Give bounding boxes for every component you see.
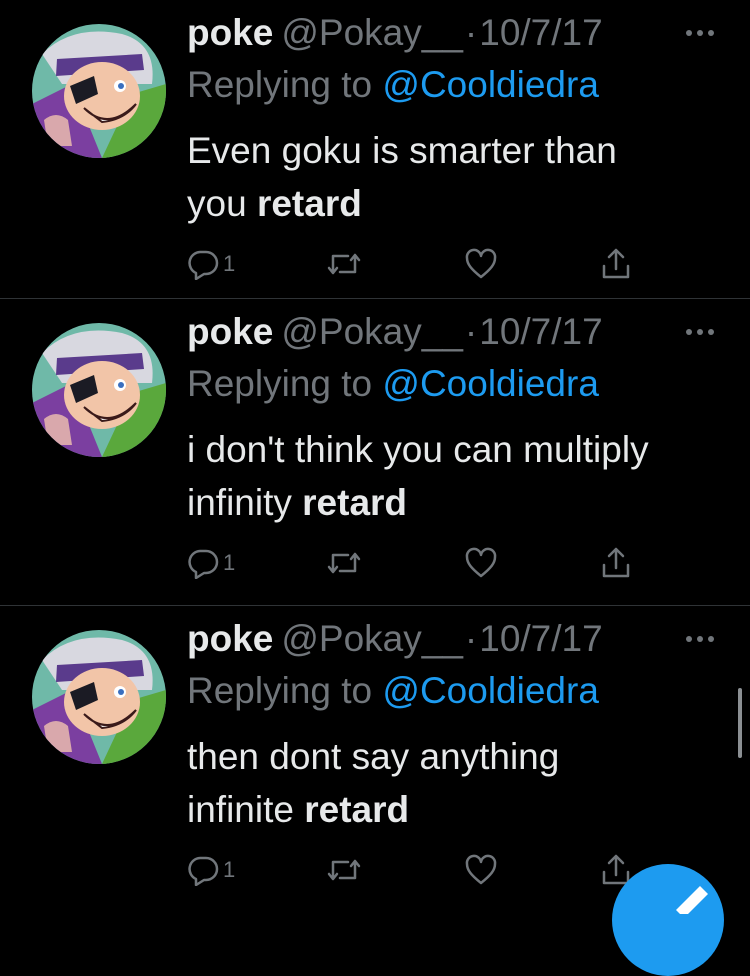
reply-button[interactable]: 1 [187, 543, 235, 583]
reply-bubble-icon [188, 250, 219, 280]
separator-dot: · [464, 311, 478, 352]
compose-icon [676, 886, 708, 914]
tweet-date[interactable]: 10/7/17 [479, 311, 602, 352]
avatar[interactable] [32, 323, 166, 457]
retweet-button[interactable] [326, 543, 362, 583]
reply-button[interactable]: 1 [187, 244, 235, 284]
author-handle[interactable]: @Pokay__ [281, 311, 463, 352]
tweet-text-line1: i don't think you can multiply [187, 429, 649, 470]
compose-button[interactable] [612, 864, 724, 976]
tweet-text-bold: retard [304, 789, 410, 830]
tweet-text-line2: you [187, 183, 257, 224]
heart-icon [465, 854, 497, 885]
reply-count: 1 [223, 857, 236, 882]
tweet-text: i don't think you can multiply infinity … [187, 423, 727, 529]
tweet-text-bold: retard [302, 482, 408, 523]
mention-link[interactable]: @Cooldiedra [382, 363, 599, 404]
more-horizontal-icon[interactable] [684, 18, 716, 48]
share-button[interactable] [600, 244, 632, 284]
like-button[interactable] [464, 244, 498, 284]
like-button[interactable] [464, 850, 498, 890]
replying-to-line: Replying to @Cooldiedra [187, 668, 599, 714]
heart-icon [465, 547, 497, 578]
tweet-actions: 1 [0, 543, 750, 583]
avatar[interactable] [32, 630, 166, 764]
separator-dot: · [464, 618, 478, 659]
tweet[interactable]: poke @Pokay__·10/7/17 Replying to @Cooldi… [0, 606, 750, 913]
replying-prefix: Replying to [187, 670, 383, 711]
author-handle[interactable]: @Pokay__ [281, 12, 463, 53]
tweet-date[interactable]: 10/7/17 [479, 12, 602, 53]
tweet-header: poke @Pokay__·10/7/17 [187, 616, 603, 662]
tweet-date[interactable]: 10/7/17 [479, 618, 602, 659]
author-name[interactable]: poke [187, 311, 273, 352]
author-name[interactable]: poke [187, 618, 273, 659]
tweet-header: poke @Pokay__·10/7/17 [187, 10, 603, 56]
mention-link[interactable]: @Cooldiedra [382, 64, 599, 105]
retweet-button[interactable] [326, 850, 362, 890]
reply-bubble-icon [188, 856, 219, 886]
retweet-icon [327, 253, 361, 275]
reply-button[interactable]: 1 [187, 850, 235, 890]
tweet-text-bold: retard [256, 183, 362, 224]
tweet-text-line1: Even goku is smarter than [187, 130, 617, 171]
retweet-button[interactable] [326, 244, 362, 284]
avatar[interactable] [32, 24, 166, 158]
heart-icon [465, 248, 497, 279]
retweet-icon [327, 552, 361, 574]
tweet-actions: 1 [0, 244, 750, 284]
tweet-header: poke @Pokay__·10/7/17 [187, 309, 603, 355]
like-button[interactable] [464, 543, 498, 583]
replying-prefix: Replying to [187, 363, 383, 404]
share-icon [602, 547, 630, 578]
author-handle[interactable]: @Pokay__ [281, 618, 463, 659]
tweet-text-line2: infinite [187, 789, 305, 830]
author-name[interactable]: poke [187, 12, 273, 53]
mention-link[interactable]: @Cooldiedra [382, 670, 599, 711]
separator-dot: · [464, 12, 478, 53]
more-horizontal-icon[interactable] [684, 624, 716, 654]
tweet-text-line2: infinity [187, 482, 303, 523]
tweet-text-line1: then dont say anything [187, 736, 560, 777]
replying-to-line: Replying to @Cooldiedra [187, 361, 599, 407]
more-horizontal-icon[interactable] [684, 317, 716, 347]
reply-count: 1 [223, 550, 236, 575]
tweet-text: then dont say anything infinite retard [187, 730, 727, 836]
retweet-icon [327, 859, 361, 881]
replying-prefix: Replying to [187, 64, 383, 105]
reply-count: 1 [223, 251, 236, 276]
tweet[interactable]: poke @Pokay__·10/7/17 Replying to @Cooldi… [0, 299, 750, 606]
reply-bubble-icon [188, 549, 219, 579]
tweet[interactable]: poke @Pokay__·10/7/17 Replying to @Cooldi… [0, 0, 750, 307]
share-button[interactable] [600, 543, 632, 583]
replying-to-line: Replying to @Cooldiedra [187, 62, 599, 108]
tweet-text: Even goku is smarter than you retard [187, 124, 727, 230]
share-icon [602, 248, 630, 279]
scrollbar[interactable] [738, 688, 742, 758]
